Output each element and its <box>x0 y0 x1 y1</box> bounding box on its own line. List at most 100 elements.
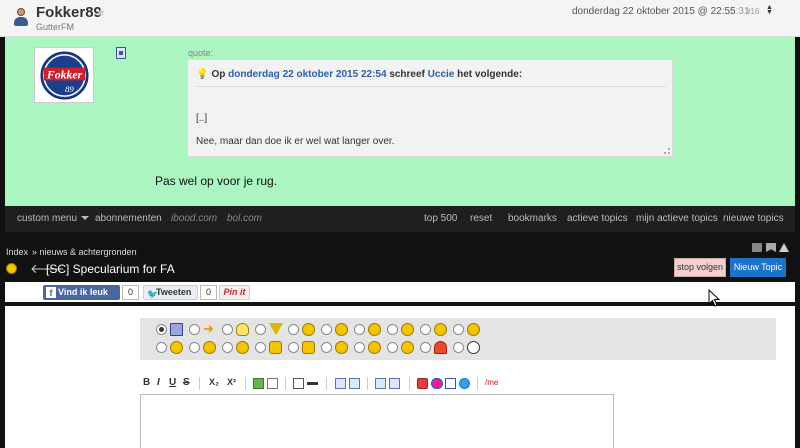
radio-button[interactable] <box>288 342 299 353</box>
reply-textarea[interactable] <box>140 394 614 448</box>
toolbar-separator <box>326 377 327 390</box>
tweet-button[interactable]: 🐦 Tweeten <box>143 285 198 300</box>
post-icon-option[interactable]: ➜ <box>189 322 221 337</box>
post-icon-option[interactable] <box>354 323 386 337</box>
radio-button[interactable] <box>156 324 167 335</box>
post-icon-option[interactable] <box>156 341 188 355</box>
underline-button[interactable]: U <box>169 377 176 388</box>
nav-bol[interactable]: bol.com <box>227 213 262 224</box>
breadcrumb-index[interactable]: Index <box>6 247 28 257</box>
radio-button[interactable] <box>420 324 431 335</box>
quote-line-1: [..] <box>196 113 208 124</box>
flickr-icon[interactable] <box>431 378 443 389</box>
strikethrough-button[interactable]: S <box>183 377 190 388</box>
grin-smiley-icon <box>170 341 183 354</box>
nav-reset[interactable]: reset <box>470 213 492 224</box>
post-icon-option[interactable] <box>222 323 254 337</box>
radio-button[interactable] <box>321 324 332 335</box>
post-icon-option[interactable] <box>420 323 452 337</box>
post-icon-option[interactable] <box>387 323 419 337</box>
nav-ibood[interactable]: ibood.com <box>171 213 217 224</box>
post-icon-option[interactable] <box>288 341 320 355</box>
post-username[interactable]: Fokker89 <box>36 4 102 21</box>
radio-button[interactable] <box>189 342 200 353</box>
subscript-button[interactable]: X₂ <box>209 377 219 387</box>
stop-following-button[interactable]: stop volgen <box>674 258 726 277</box>
list-icon[interactable] <box>293 378 304 389</box>
radio-button[interactable] <box>156 342 167 353</box>
horizontal-rule-icon[interactable] <box>307 382 318 385</box>
breadcrumb-category[interactable]: » nieuws & achtergronden <box>32 247 137 257</box>
quote-date-link[interactable]: donderdag 22 oktober 2015 22:54 <box>228 69 386 80</box>
quote-icon[interactable] <box>335 378 346 389</box>
radio-button[interactable] <box>420 342 431 353</box>
post-icon-option[interactable] <box>420 341 452 355</box>
profile-card-icon[interactable] <box>116 47 126 59</box>
radio-button[interactable] <box>255 324 266 335</box>
smiley-icon <box>6 263 17 274</box>
nav-actieve-topics[interactable]: actieve topics <box>567 213 628 224</box>
radio-button[interactable] <box>222 342 233 353</box>
warning-icon[interactable] <box>779 243 789 252</box>
resize-grip-icon[interactable] <box>664 148 670 154</box>
radio-button[interactable] <box>255 342 266 353</box>
toolbar-separator <box>367 377 368 390</box>
post-icon-option[interactable] <box>288 323 320 337</box>
post-icon-option[interactable] <box>354 341 386 355</box>
me-button[interactable]: /me <box>485 378 498 387</box>
avatar[interactable]: Fokker 89 <box>34 47 94 103</box>
italic-button[interactable]: I <box>157 377 160 388</box>
code-icon[interactable] <box>349 378 360 389</box>
nav-abonnementen[interactable]: abonnementen <box>95 213 162 224</box>
chevron-down-icon <box>81 216 90 221</box>
nav-mijn-actieve-topics[interactable]: mijn actieve topics <box>636 213 718 224</box>
post-icon-option[interactable] <box>156 323 188 337</box>
post-number[interactable]: #16 <box>746 7 759 16</box>
radio-button[interactable] <box>354 324 365 335</box>
post-icon-option[interactable] <box>189 341 221 355</box>
edit-icon[interactable] <box>389 378 400 389</box>
svg-text:Fokker: Fokker <box>46 68 83 81</box>
embed-icon[interactable] <box>445 378 456 389</box>
quote-suffix: het volgende: <box>457 69 523 80</box>
post-icon-option[interactable] <box>321 341 353 355</box>
superscript-button[interactable]: X² <box>227 377 236 387</box>
tweet-label: Tweeten <box>156 287 192 297</box>
radio-button[interactable] <box>189 324 200 335</box>
radio-button[interactable] <box>288 324 299 335</box>
image-icon[interactable] <box>253 378 264 389</box>
facebook-like-button[interactable]: f Vind ik leuk <box>43 285 120 300</box>
post-icon-option[interactable] <box>255 323 287 337</box>
post-icon-option[interactable] <box>321 323 353 337</box>
new-topic-button[interactable]: Nieuw Topic <box>730 258 786 277</box>
favorite-star-icon[interactable]: ★ <box>96 6 106 19</box>
bookmark-icon[interactable] <box>766 243 776 252</box>
radio-button[interactable] <box>387 324 398 335</box>
quote-author-link[interactable]: Uccie <box>428 69 455 80</box>
print-icon[interactable] <box>752 243 762 252</box>
post-icon-option[interactable] <box>222 341 254 355</box>
radio-button[interactable] <box>453 342 464 353</box>
nav-bookmarks[interactable]: bookmarks <box>508 213 557 224</box>
post-icon-option[interactable] <box>387 341 419 355</box>
topic-bar: Index » nieuws & achtergronden 🡐 [SC] Sp… <box>0 240 800 282</box>
post-navigation-arrows-icon[interactable]: ▲ ▼ <box>766 4 774 16</box>
nav-top500[interactable]: top 500 <box>424 213 457 224</box>
post-icon-option[interactable] <box>255 341 287 355</box>
twitter-icon[interactable] <box>459 378 470 389</box>
nav-nieuwe-topics[interactable]: nieuwe topics <box>723 213 784 224</box>
link-icon[interactable] <box>267 378 278 389</box>
spoiler-icon[interactable] <box>375 378 386 389</box>
bold-button[interactable]: B <box>143 377 150 388</box>
radio-button[interactable] <box>387 342 398 353</box>
pin-it-button[interactable]: Pin it <box>219 285 250 300</box>
post-icon-option[interactable] <box>453 323 485 337</box>
radio-button[interactable] <box>321 342 332 353</box>
radio-button[interactable] <box>222 324 233 335</box>
radio-button[interactable] <box>354 342 365 353</box>
fokker-logo-icon: Fokker 89 <box>40 51 89 100</box>
radio-button[interactable] <box>453 324 464 335</box>
youtube-icon[interactable] <box>417 378 428 389</box>
post-icon-option[interactable] <box>453 341 485 355</box>
nav-custom-menu[interactable]: custom menu <box>17 213 90 224</box>
